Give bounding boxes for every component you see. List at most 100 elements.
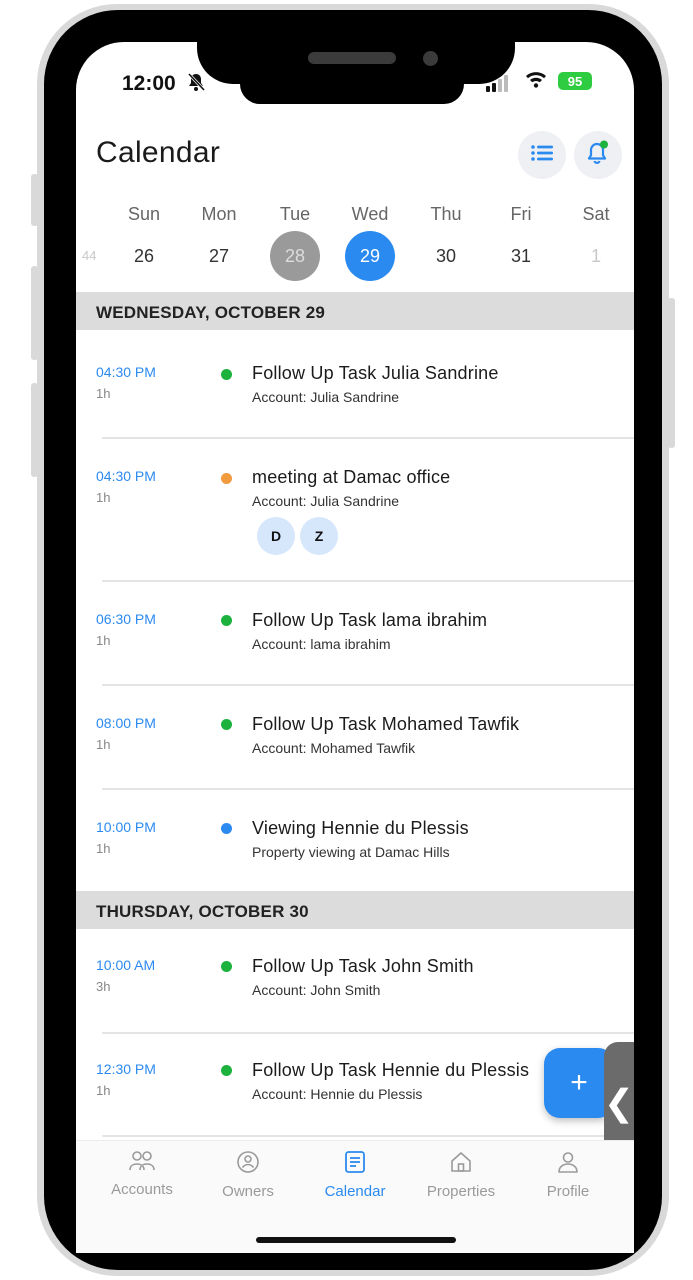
event-item[interactable] [76,687,634,787]
weekday-sun: Sun [127,204,161,224]
attendee-avatar-z[interactable]: Z [300,517,338,555]
side-button-mute [31,174,38,226]
event-time: 10:00 AM [96,957,156,973]
event-title: Viewing Hennie du Plessis [252,818,469,838]
event-subtitle: Account: Mohamed Tawfik [252,740,416,756]
event-status-dot [221,473,232,484]
event-item[interactable] [76,791,634,891]
previous-week-edge-date: 44 [82,248,97,263]
attendee-avatar-d[interactable]: D [257,517,295,555]
cellular-signal-icon [486,74,508,92]
owner-icon [236,1150,260,1179]
event-time: 04:30 PM [96,364,156,380]
home-icon [449,1150,473,1179]
speaker-grille [308,52,396,64]
date-31[interactable]: 31 [496,231,546,281]
event-title: Follow Up Task Julia Sandrine [252,363,499,383]
nav-label: Owners [222,1183,274,1200]
notifications-button[interactable] [574,131,622,179]
event-subtitle: Account: Julia Sandrine [252,389,400,405]
nav-label: Calendar [324,1183,386,1200]
weekday-sat: Sat [582,204,610,224]
nav-accounts[interactable]: Accounts [87,1150,197,1198]
battery-level: 95 [567,73,583,89]
event-title: Follow Up Task Mohamed Tawfik [252,714,520,734]
page-title: Calendar [96,136,221,169]
event-item[interactable] [76,440,634,578]
date-1[interactable]: 1 [571,231,621,281]
divider [102,1135,634,1137]
weekday-wed: Wed [351,204,389,224]
front-camera [423,51,438,66]
event-status-dot [221,615,232,626]
divider [102,788,634,790]
nav-label: Profile [546,1183,590,1200]
event-time: 10:00 PM [96,819,156,835]
event-status-dot [221,719,232,730]
status-time: 12:00 [122,72,176,95]
person-icon [556,1150,580,1179]
chevron-left-icon: ❮ [603,1082,635,1123]
event-subtitle: Account: John Smith [252,982,381,998]
wifi-icon [525,70,547,93]
event-title: Follow Up Task John Smith [252,956,474,976]
event-status-dot [221,961,232,972]
battery-indicator: 95 [558,72,592,90]
nav-calendar[interactable]: Calendar [300,1150,410,1200]
event-time: 12:30 PM [96,1061,156,1077]
event-title: meeting at Damac office [252,467,451,487]
event-subtitle: Property viewing at Damac Hills [252,844,450,860]
event-subtitle: Account: lama ibrahim [252,636,391,652]
event-time: 04:30 PM [96,468,156,484]
event-time: 06:30 PM [96,611,156,627]
date-29-selected[interactable]: 29 [345,231,395,281]
nav-label: Accounts [111,1181,173,1198]
nav-label: Properties [426,1183,496,1200]
date-26[interactable]: 26 [119,231,169,281]
list-view-button[interactable] [518,131,566,179]
event-item[interactable] [76,583,634,683]
date-28-today[interactable]: 28 [270,231,320,281]
event-duration: 1h [96,1083,111,1098]
home-indicator [256,1237,456,1243]
event-duration: 1h [96,737,111,752]
phone-notch [197,10,515,84]
nav-properties[interactable]: Properties [406,1150,516,1200]
event-subtitle: Account: Julia Sandrine [252,493,400,509]
divider [102,580,634,582]
list-icon [530,143,554,168]
event-duration: 1h [96,633,111,648]
nav-owners[interactable]: Owners [193,1150,303,1200]
calendar-icon [343,1150,367,1179]
date-27[interactable]: 27 [194,231,244,281]
nav-profile[interactable]: Profile [513,1150,623,1200]
event-status-dot [221,823,232,834]
weekday-mon: Mon [201,204,237,224]
event-status-dot [221,369,232,380]
date-30[interactable]: 30 [421,231,471,281]
divider [102,1032,634,1034]
section-label: THURSDAY, OCTOBER 30 [96,902,309,921]
side-button-volume-up [31,266,38,360]
event-title: Follow Up Task Hennie du Plessis [252,1060,530,1080]
event-duration: 1h [96,386,111,401]
event-subtitle: Account: Hennie du Plessis [252,1086,423,1102]
event-item[interactable] [76,340,634,436]
event-duration: 3h [96,979,111,994]
side-button-power [668,298,675,448]
event-duration: 1h [96,841,111,856]
users-icon [128,1150,156,1177]
divider [102,684,634,686]
divider [102,437,634,439]
event-title: Follow Up Task lama ibrahim [252,610,488,630]
event-time: 08:00 PM [96,715,156,731]
weekday-fri: Fri [510,204,532,224]
bell-icon [586,140,610,171]
silent-bell-icon [187,72,206,97]
section-label: WEDNESDAY, OCTOBER 29 [96,303,326,322]
side-button-volume-down [31,383,38,477]
event-duration: 1h [96,490,111,505]
event-status-dot [221,1065,232,1076]
weekday-thu: Thu [430,204,462,224]
weekday-tue: Tue [279,204,311,224]
